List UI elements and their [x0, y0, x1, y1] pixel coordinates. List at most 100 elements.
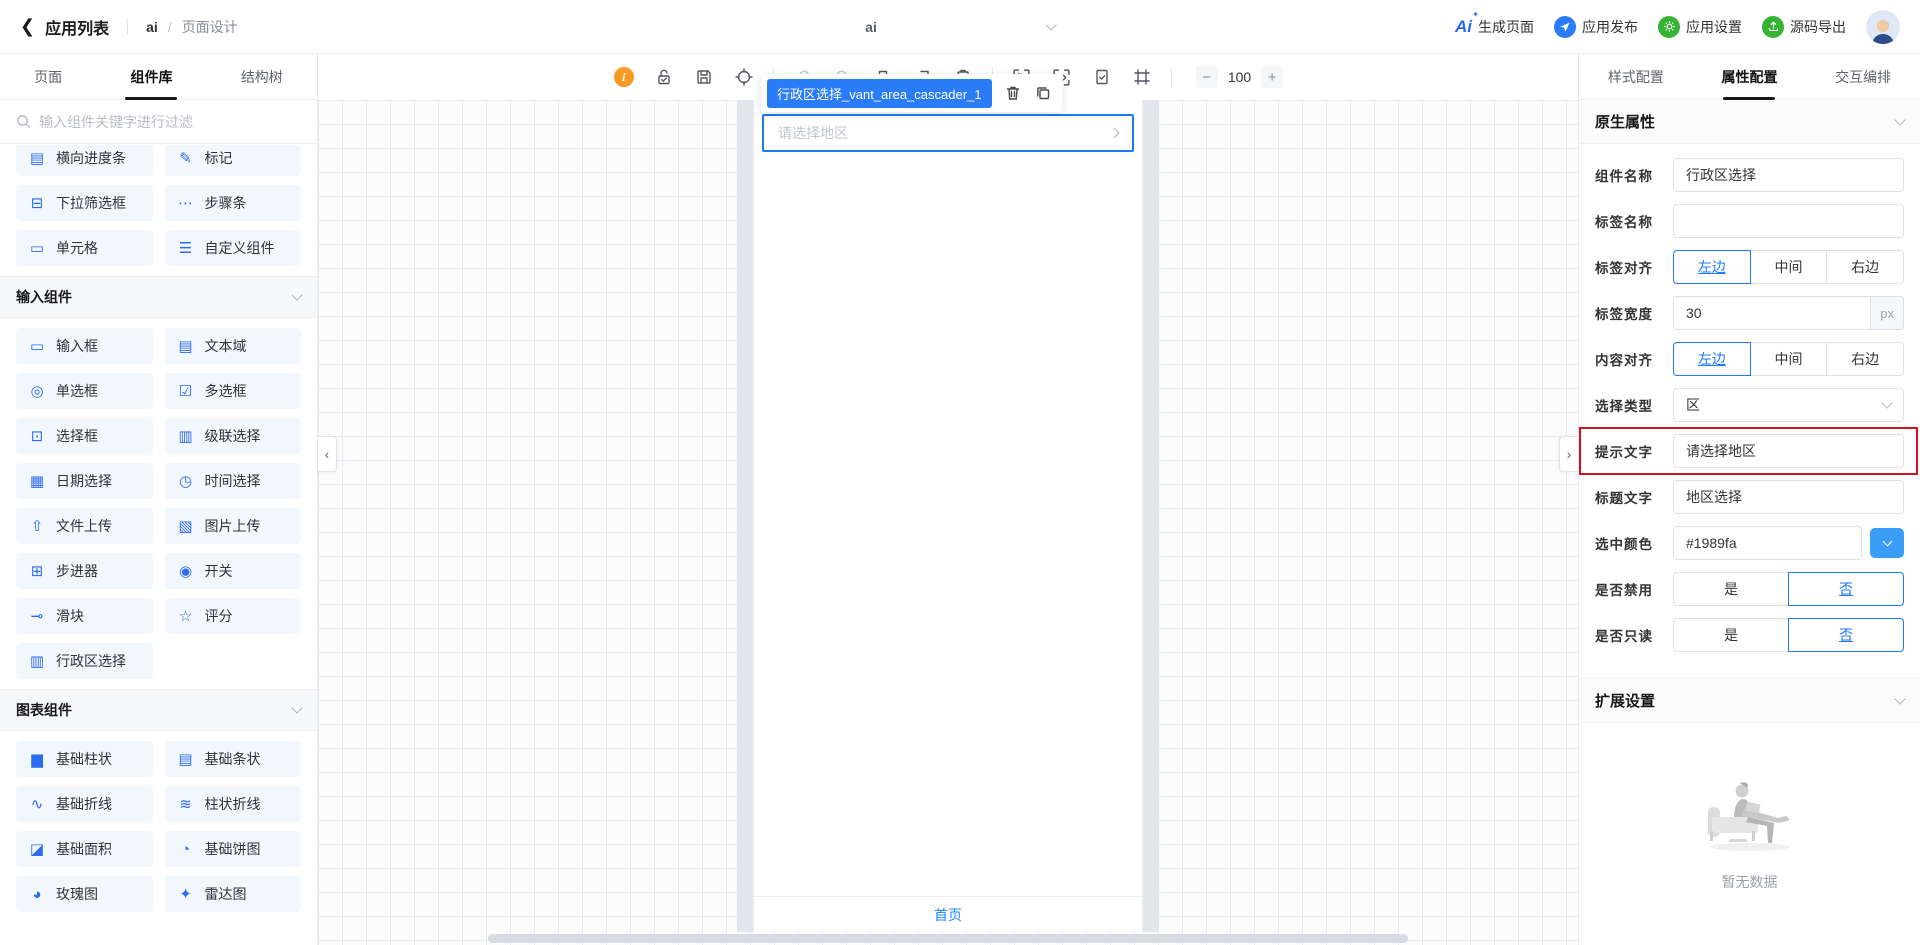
section-input-components[interactable]: 输入组件 — [0, 276, 317, 318]
tab-structure-tree[interactable]: 结构树 — [237, 55, 287, 99]
component-item[interactable]: ✦ 雷达图 — [164, 876, 301, 912]
back-button[interactable]: 应用列表 — [45, 15, 109, 39]
component-grid-inputs: ▭ 输入框 ▤ 文本域 ◎ 单选框 ☑ 多选框 ⊡ 选择框 ▥ 级联选择 ▦ 日期选择 ◷ 时间选择 ⇧ 文件上传… — [0, 318, 317, 689]
component-item[interactable]: ▤ 基础条状 — [164, 741, 301, 777]
extension-settings-header[interactable]: 扩展设置 — [1579, 679, 1920, 723]
component-item-label: 雷达图 — [204, 886, 247, 902]
segment-option[interactable]: 右边 — [1826, 342, 1905, 376]
doc-check-icon[interactable] — [1091, 66, 1113, 88]
component-item[interactable]: ☑ 多选框 — [164, 373, 301, 409]
frame-icon[interactable] — [1131, 66, 1153, 88]
generate-page-label: 生成页面 — [1478, 18, 1534, 35]
breadcrumb-app[interactable]: ai — [146, 19, 158, 35]
component-item[interactable]: ▤ 文本域 — [164, 328, 301, 364]
pie-chart-icon: ◔ — [180, 840, 191, 858]
component-item[interactable]: ▦ 日期选择 — [16, 463, 153, 499]
component-item[interactable]: ☆ 评分 — [164, 598, 301, 634]
component-item[interactable]: ◷ 时间选择 — [164, 463, 301, 499]
search-input[interactable] — [39, 113, 301, 130]
tab-component-library[interactable]: 组件库 — [126, 55, 176, 99]
component-list[interactable]: ▤ 横向进度条 ✎ 标记 ⊟ 下拉筛选框 ⋯ 步骤条 ▭ 单元格 ☰ 自定义组件 输入组件 ▭ 输入框 ▤… — [0, 145, 317, 945]
image-upload-icon: ▧ — [178, 518, 193, 535]
tab-interaction-config[interactable]: 交互编排 — [1831, 55, 1895, 99]
component-item[interactable]: ▥ 行政区选择 — [16, 643, 153, 679]
section-title: 原生属性 — [1595, 114, 1656, 131]
component-grid-top: ▤ 横向进度条 ✎ 标记 ⊟ 下拉筛选框 ⋯ 步骤条 ▭ 单元格 ☰ 自定义组件 — [0, 145, 317, 276]
component-item[interactable]: ◔ 基础饼图 — [164, 831, 301, 867]
info-icon[interactable]: i — [613, 66, 635, 88]
component-item[interactable]: ▧ 图片上传 — [164, 508, 301, 544]
component-item[interactable]: ⊡ 选择框 — [16, 418, 153, 454]
segment-option[interactable]: 中间 — [1749, 342, 1828, 376]
segment-option[interactable]: 右边 — [1826, 250, 1905, 284]
component-item[interactable]: ⊞ 步进器 — [16, 553, 153, 589]
publish-button[interactable]: 应用发布 — [1554, 15, 1638, 38]
area-cascader-component[interactable]: 请选择地区 — [762, 114, 1134, 152]
target-icon[interactable] — [733, 66, 755, 88]
segment-option[interactable]: 否 — [1788, 572, 1904, 606]
segment-option[interactable]: 中间 — [1749, 250, 1828, 284]
segment-option[interactable]: 否 — [1788, 618, 1904, 652]
page-select[interactable]: ai — [865, 0, 1057, 54]
time-picker-icon: ◷ — [178, 473, 193, 490]
unit-label: px — [1870, 296, 1904, 330]
segment-option[interactable]: 是 — [1673, 572, 1789, 606]
section-title: 输入组件 — [16, 289, 72, 305]
generate-page-button[interactable]: Ai ✦ 生成页面 — [1455, 10, 1534, 37]
component-item[interactable]: ⊸ 滑块 — [16, 598, 153, 634]
delete-icon[interactable] — [1004, 84, 1022, 102]
component-item[interactable]: ≋ 柱状折线 — [164, 786, 301, 822]
select-type-dropdown[interactable]: 区 — [1673, 388, 1904, 422]
export-source-button[interactable]: 源码导出 — [1762, 15, 1846, 38]
component-item[interactable]: ◉ 开关 — [164, 553, 301, 589]
component-item[interactable]: ▥ 级联选择 — [164, 418, 301, 454]
tab-property-config[interactable]: 属性配置 — [1717, 55, 1781, 99]
segment-option[interactable]: 是 — [1673, 618, 1789, 652]
component-item[interactable]: ▭ 单元格 — [16, 230, 153, 266]
collapse-right-panel-button[interactable]: › — [1559, 436, 1578, 472]
selected-component-popover: 行政区选择_vant_area_cascader_1 — [761, 74, 1062, 112]
placeholder-text-input[interactable] — [1673, 434, 1904, 468]
component-item[interactable]: ▭ 输入框 — [16, 328, 153, 364]
unlock-icon[interactable] — [653, 66, 675, 88]
component-item[interactable]: ▤ 横向进度条 — [16, 145, 153, 176]
native-properties-section[interactable]: 原生属性 — [1579, 100, 1920, 144]
component-item[interactable]: ✎ 标记 — [164, 145, 301, 176]
component-item-label: 级联选择 — [204, 428, 261, 444]
segment-option[interactable]: 左边 — [1673, 342, 1751, 376]
component-item[interactable]: ☰ 自定义组件 — [164, 230, 301, 266]
user-avatar[interactable] — [1866, 9, 1900, 44]
title-text-input[interactable] — [1673, 480, 1904, 514]
component-item[interactable]: ∿ 基础折线 — [16, 786, 153, 822]
component-item[interactable]: ◕ 玫瑰图 — [16, 876, 153, 912]
back-icon[interactable]: ❮ — [20, 16, 35, 37]
copy-icon[interactable] — [1034, 84, 1052, 102]
field-placeholder-text: 提示文字 — [1579, 427, 1918, 475]
color-picker-button[interactable] — [1870, 528, 1904, 558]
app-settings-button[interactable]: 应用设置 — [1658, 15, 1742, 38]
design-canvas[interactable]: 行政区选择_vant_area_cascader_1 请选择地区 首页 ‹ › — [318, 74, 1578, 945]
tag-name-input[interactable] — [1673, 204, 1904, 238]
component-item-label: 输入框 — [56, 338, 98, 354]
section-chart-components[interactable]: 图表组件 — [0, 689, 317, 731]
label-width-input[interactable] — [1673, 296, 1871, 330]
component-name-input[interactable] — [1673, 158, 1904, 192]
disabled-segmented: 是否 — [1673, 572, 1904, 606]
component-item[interactable]: ⊟ 下拉筛选框 — [16, 185, 153, 221]
collapse-left-panel-button[interactable]: ‹ — [318, 436, 337, 472]
save-icon[interactable] — [693, 66, 715, 88]
tab-pages[interactable]: 页面 — [30, 55, 66, 99]
tabbar-item-home[interactable]: 首页 — [934, 905, 962, 925]
component-item[interactable]: ⇧ 文件上传 — [16, 508, 153, 544]
component-item[interactable]: ▆ 基础柱状 — [16, 741, 153, 777]
segment-option[interactable]: 左边 — [1673, 250, 1751, 284]
selected-color-input[interactable] — [1673, 526, 1862, 560]
zoom-out-button[interactable]: − — [1195, 66, 1218, 88]
component-item[interactable]: ◪ 基础面积 — [16, 831, 153, 867]
field-label: 选中颜色 — [1595, 537, 1653, 552]
component-item[interactable]: ◎ 单选框 — [16, 373, 153, 409]
horizontal-scrollbar[interactable] — [488, 934, 1408, 943]
tab-style-config[interactable]: 样式配置 — [1604, 55, 1668, 99]
component-item[interactable]: ⋯ 步骤条 — [164, 185, 301, 221]
zoom-in-button[interactable]: + — [1261, 66, 1284, 88]
